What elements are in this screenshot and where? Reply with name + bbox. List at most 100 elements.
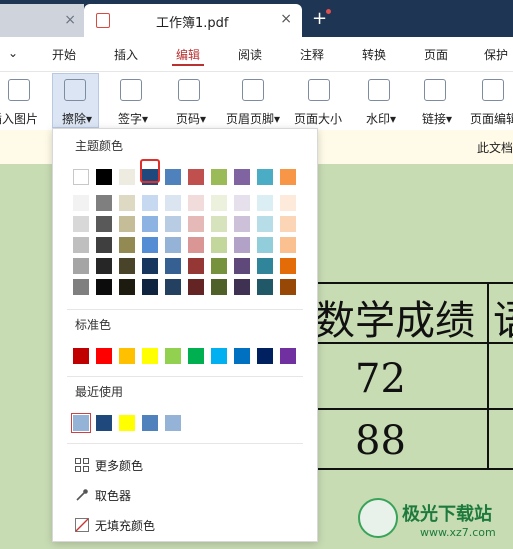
theme-shade-swatch[interactable] — [96, 237, 112, 253]
theme-shade-swatch[interactable] — [257, 195, 273, 211]
theme-shade-swatch[interactable] — [188, 279, 204, 295]
theme-shade-swatch[interactable] — [280, 279, 296, 295]
menu-read[interactable]: 阅读 — [238, 46, 262, 63]
chevron-down-icon[interactable]: ⌄ — [8, 46, 18, 60]
page-size-tool[interactable]: 页面大小 — [292, 72, 348, 130]
menu-start[interactable]: 开始 — [52, 46, 76, 63]
standard-color-swatch[interactable] — [257, 348, 273, 364]
theme-color-swatch[interactable] — [211, 169, 227, 185]
watermark-tool[interactable]: 水印▾ — [358, 72, 408, 130]
standard-color-swatch[interactable] — [188, 348, 204, 364]
theme-shade-swatch[interactable] — [188, 216, 204, 232]
theme-shade-swatch[interactable] — [211, 237, 227, 253]
menu-edit[interactable]: 编辑 — [176, 46, 200, 63]
standard-color-swatch[interactable] — [211, 348, 227, 364]
theme-shade-swatch[interactable] — [280, 237, 296, 253]
page-number-tool[interactable]: 页码▾ — [166, 72, 216, 130]
theme-shade-swatch[interactable] — [142, 216, 158, 232]
theme-shade-swatch[interactable] — [211, 279, 227, 295]
theme-shade-swatch[interactable] — [211, 216, 227, 232]
theme-shade-swatch[interactable] — [119, 279, 135, 295]
theme-shade-swatch[interactable] — [211, 195, 227, 211]
link-tool[interactable]: 链接▾ — [416, 72, 460, 130]
tab-inactive[interactable]: × — [0, 4, 84, 37]
theme-shade-swatch[interactable] — [73, 237, 89, 253]
theme-shade-swatch[interactable] — [165, 216, 181, 232]
theme-shade-swatch[interactable] — [188, 258, 204, 274]
standard-color-swatch[interactable] — [165, 348, 181, 364]
theme-shade-swatch[interactable] — [234, 237, 250, 253]
insert-image-tool[interactable]: 插入图片 — [0, 72, 50, 130]
theme-shade-swatch[interactable] — [119, 258, 135, 274]
recent-color-swatch[interactable] — [96, 415, 112, 431]
theme-shade-swatch[interactable] — [234, 258, 250, 274]
theme-shade-swatch[interactable] — [257, 279, 273, 295]
theme-shade-swatch[interactable] — [280, 216, 296, 232]
theme-shade-swatch[interactable] — [211, 258, 227, 274]
theme-shade-swatch[interactable] — [234, 279, 250, 295]
theme-shade-swatch[interactable] — [119, 237, 135, 253]
theme-color-swatch[interactable] — [257, 169, 273, 185]
theme-shade-swatch[interactable] — [142, 279, 158, 295]
standard-color-swatch[interactable] — [234, 348, 250, 364]
eyedropper-icon — [75, 488, 89, 502]
theme-shade-swatch[interactable] — [96, 195, 112, 211]
tab-active-document[interactable]: 工作簿1.pdf × — [84, 4, 302, 37]
page-edit-tool[interactable]: 页面编辑 — [466, 72, 513, 130]
theme-shade-swatch[interactable] — [73, 258, 89, 274]
theme-shade-swatch[interactable] — [119, 195, 135, 211]
theme-shade-swatch[interactable] — [188, 195, 204, 211]
recent-color-swatch[interactable] — [119, 415, 135, 431]
close-icon[interactable]: × — [64, 12, 76, 28]
theme-shade-swatch[interactable] — [73, 216, 89, 232]
theme-shade-swatch[interactable] — [119, 216, 135, 232]
theme-color-swatch[interactable] — [234, 169, 250, 185]
theme-shade-swatch[interactable] — [257, 216, 273, 232]
theme-shade-swatch[interactable] — [96, 216, 112, 232]
standard-color-swatch[interactable] — [280, 348, 296, 364]
theme-shade-swatch[interactable] — [73, 279, 89, 295]
menu-convert[interactable]: 转换 — [362, 46, 386, 63]
signature-tool[interactable]: 签字▾ — [108, 72, 158, 130]
theme-shade-swatch[interactable] — [234, 216, 250, 232]
theme-shade-swatch[interactable] — [165, 237, 181, 253]
theme-color-swatch[interactable] — [96, 169, 112, 185]
theme-shade-swatch[interactable] — [142, 258, 158, 274]
standard-color-swatch[interactable] — [142, 348, 158, 364]
menu-protect[interactable]: 保护 — [484, 46, 508, 63]
menu-page[interactable]: 页面 — [424, 46, 448, 63]
theme-shade-swatch[interactable] — [257, 237, 273, 253]
theme-color-swatch[interactable] — [165, 169, 181, 185]
menu-insert[interactable]: 插入 — [114, 46, 138, 63]
no-fill-button[interactable]: 无填充颜色 — [75, 517, 155, 534]
erase-tool[interactable]: 擦除▾ — [52, 72, 99, 130]
recent-color-swatch[interactable] — [142, 415, 158, 431]
theme-color-swatch[interactable] — [119, 169, 135, 185]
theme-shade-swatch[interactable] — [280, 258, 296, 274]
theme-shade-swatch[interactable] — [165, 258, 181, 274]
menu-annotate[interactable]: 注释 — [300, 46, 324, 63]
theme-color-swatch[interactable] — [188, 169, 204, 185]
theme-shade-swatch[interactable] — [280, 195, 296, 211]
more-colors-button[interactable]: 更多颜色 — [75, 457, 143, 474]
theme-shade-swatch[interactable] — [96, 279, 112, 295]
theme-shade-swatch[interactable] — [188, 237, 204, 253]
new-tab-button[interactable]: + — [312, 8, 327, 29]
close-icon[interactable]: × — [280, 11, 292, 27]
theme-shade-swatch[interactable] — [165, 279, 181, 295]
theme-shade-swatch[interactable] — [165, 195, 181, 211]
standard-color-swatch[interactable] — [119, 348, 135, 364]
recent-color-swatch[interactable] — [165, 415, 181, 431]
theme-shade-swatch[interactable] — [73, 195, 89, 211]
theme-shade-swatch[interactable] — [142, 237, 158, 253]
eyedropper-button[interactable]: 取色器 — [75, 487, 131, 504]
theme-color-swatch[interactable] — [280, 169, 296, 185]
theme-color-swatch[interactable] — [73, 169, 89, 185]
header-footer-tool[interactable]: 页眉页脚▾ — [222, 72, 286, 130]
theme-shade-swatch[interactable] — [257, 258, 273, 274]
theme-shade-swatch[interactable] — [96, 258, 112, 274]
standard-color-swatch[interactable] — [96, 348, 112, 364]
theme-shade-swatch[interactable] — [142, 195, 158, 211]
theme-shade-swatch[interactable] — [234, 195, 250, 211]
standard-color-swatch[interactable] — [73, 348, 89, 364]
